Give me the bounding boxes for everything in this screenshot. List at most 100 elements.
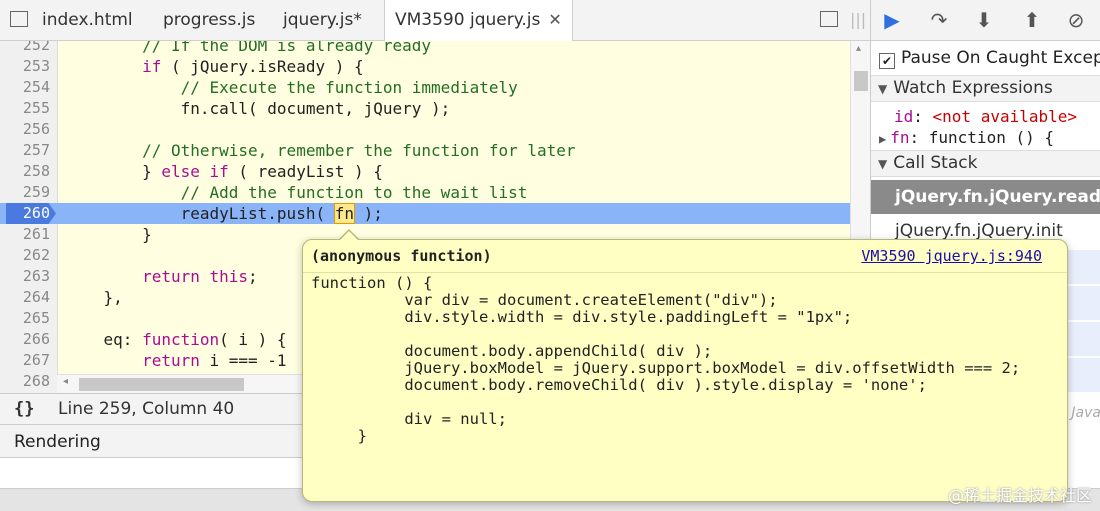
code-text: fn.call( document, jQuery ); [65, 98, 451, 119]
line-number[interactable]: 264 [0, 287, 50, 308]
tab-vm3590-jquery-js[interactable]: VM3590 jquery.js ✕ [384, 0, 573, 41]
code-text: } [65, 224, 152, 245]
code-line[interactable]: 257 // Otherwise, remember the function … [0, 140, 850, 161]
code-text: // Add the function to the wait list [65, 182, 528, 203]
code-text: // Execute the function immediately [65, 77, 518, 98]
watch-expressions-header[interactable]: ▼ Watch Expressions [871, 75, 1100, 102]
line-number[interactable]: 254 [0, 77, 50, 98]
close-tab-icon[interactable]: ✕ [548, 10, 561, 29]
line-number[interactable]: 260 [0, 203, 50, 224]
toggle-debugger-icon[interactable] [820, 11, 838, 27]
line-number[interactable]: 267 [0, 350, 50, 371]
line-number[interactable]: 255 [0, 98, 50, 119]
editor-tab-bar: index.html progress.js jquery.js* VM3590… [0, 0, 870, 41]
tab-label: VM3590 jquery.js [395, 10, 541, 30]
code-token: } [65, 225, 152, 244]
code-token: i === -1 [199, 351, 287, 370]
deactivate-breakpoints-icon[interactable]: ⊘ [1063, 8, 1089, 32]
popover-code-line: jQuery.boxModel = jQuery.support.boxMode… [311, 359, 1021, 377]
step-over-icon[interactable]: ↷ [926, 8, 952, 32]
code-token: eq: [65, 330, 143, 349]
code-token: }, [65, 288, 123, 307]
code-text: // If the DOM is already ready [65, 41, 431, 56]
call-stack-label: Call Stack [893, 153, 978, 173]
popover-code-line: div = null; [311, 410, 507, 428]
line-number[interactable]: 265 [0, 308, 50, 329]
code-token: fn.call( document, jQuery ); [65, 99, 451, 118]
watch-name: id [894, 107, 914, 126]
code-text: if ( jQuery.isReady ) { [65, 56, 364, 77]
step-into-icon[interactable]: ⬇ [971, 8, 997, 32]
step-out-icon[interactable]: ⬆ [1019, 8, 1045, 32]
cursor-position: Line 259, Column 40 [58, 399, 235, 419]
popover-arrow-fill [339, 231, 359, 241]
line-number[interactable]: 256 [0, 119, 50, 140]
horizontal-scroll-thumb[interactable] [79, 378, 244, 391]
watch-value: <not available> [932, 107, 1078, 126]
code-line[interactable]: 254 // Execute the function immediately [0, 77, 850, 98]
pause-on-caught-row[interactable]: ✔ Pause On Caught Exceptions [871, 44, 1100, 72]
code-line-current[interactable]: 260 readyList.push( fn ); [0, 203, 850, 224]
line-number[interactable]: 266 [0, 329, 50, 350]
code-line[interactable]: 258 } else if ( readyList ) { [0, 161, 850, 182]
call-frame-selected[interactable]: jQuery.fn.jQuery.ready [871, 180, 1100, 214]
panel-divider-icon: ||| [850, 10, 867, 29]
expand-triangle-icon[interactable]: ▶ [879, 129, 886, 150]
tab-label: index.html [42, 10, 133, 30]
code-text: return this; [65, 266, 258, 287]
line-number[interactable]: 253 [0, 56, 50, 77]
code-line[interactable]: 255 fn.call( document, jQuery ); [0, 98, 850, 119]
code-text: }, [65, 287, 123, 308]
code-line[interactable]: 259 // Add the function to the wait list [0, 182, 850, 203]
resume-icon[interactable]: ▶︎ [879, 8, 905, 32]
line-number[interactable]: 252 [0, 41, 50, 56]
watch-value: function () { [928, 128, 1054, 147]
code-token: // Execute the function immediately [180, 78, 518, 97]
code-text: return i === -1 [65, 350, 287, 371]
call-stack-header[interactable]: ▼ Call Stack [871, 150, 1100, 177]
scroll-left-icon[interactable]: ◂ [63, 376, 68, 387]
pause-caught-label: Pause On Caught Exceptions [901, 48, 1100, 68]
code-token: function [142, 330, 220, 349]
pretty-print-icon[interactable]: {} [14, 394, 34, 424]
pause-caught-checkbox[interactable]: ✔ [879, 53, 895, 69]
scroll-up-icon[interactable]: ▴ [856, 43, 861, 54]
popover-code-line: var div = document.createElement("div"); [311, 291, 778, 309]
code-token: ( jQuery.isReady ) { [161, 57, 364, 76]
code-token: // Otherwise, remember the function for … [142, 141, 576, 160]
popover-source-link[interactable]: VM3590 jquery.js:940 [861, 247, 1042, 265]
tab-index-html[interactable]: index.html [32, 0, 143, 40]
tab-progress-js[interactable]: progress.js [153, 0, 265, 40]
popover-header: (anonymous function) VM3590 jquery.js:94… [303, 240, 1067, 273]
watch-sep: : [909, 128, 929, 147]
line-number[interactable]: 268 [0, 371, 50, 392]
code-line[interactable]: 253 if ( jQuery.isReady ) { [0, 56, 850, 77]
vertical-scroll-thumb[interactable] [854, 71, 868, 91]
line-number[interactable]: 262 [0, 245, 50, 266]
tab-jquery-js[interactable]: jquery.js* [273, 0, 372, 40]
line-number[interactable]: 257 [0, 140, 50, 161]
hover-target-token[interactable]: fn [333, 203, 355, 224]
rendering-label: Rendering [14, 432, 101, 452]
code-line[interactable]: 252 // If the DOM is already ready [0, 41, 850, 56]
line-number[interactable]: 261 [0, 224, 50, 245]
watch-header-label: Watch Expressions [893, 78, 1053, 98]
code-token: if [142, 57, 162, 76]
line-number[interactable]: 259 [0, 182, 50, 203]
watch-item[interactable]: ▶ fn: function () { [871, 127, 1100, 148]
line-number[interactable]: 258 [0, 161, 50, 182]
toggle-navigator-icon[interactable] [10, 11, 28, 27]
code-token: // If the DOM is already ready [142, 41, 432, 55]
collapse-triangle-icon: ▼ [878, 157, 888, 171]
code-line[interactable]: 256 [0, 119, 850, 140]
code-token: ( i ) { [219, 330, 287, 349]
code-token: ; [248, 267, 258, 286]
popover-title: (anonymous function) [311, 247, 492, 265]
watermark: @稀土掘金技术社区 [947, 486, 1092, 505]
function-preview-popover: (anonymous function) VM3590 jquery.js:94… [302, 239, 1068, 502]
watch-item[interactable]: id: <not available> [871, 106, 1100, 127]
line-number[interactable]: 263 [0, 266, 50, 287]
